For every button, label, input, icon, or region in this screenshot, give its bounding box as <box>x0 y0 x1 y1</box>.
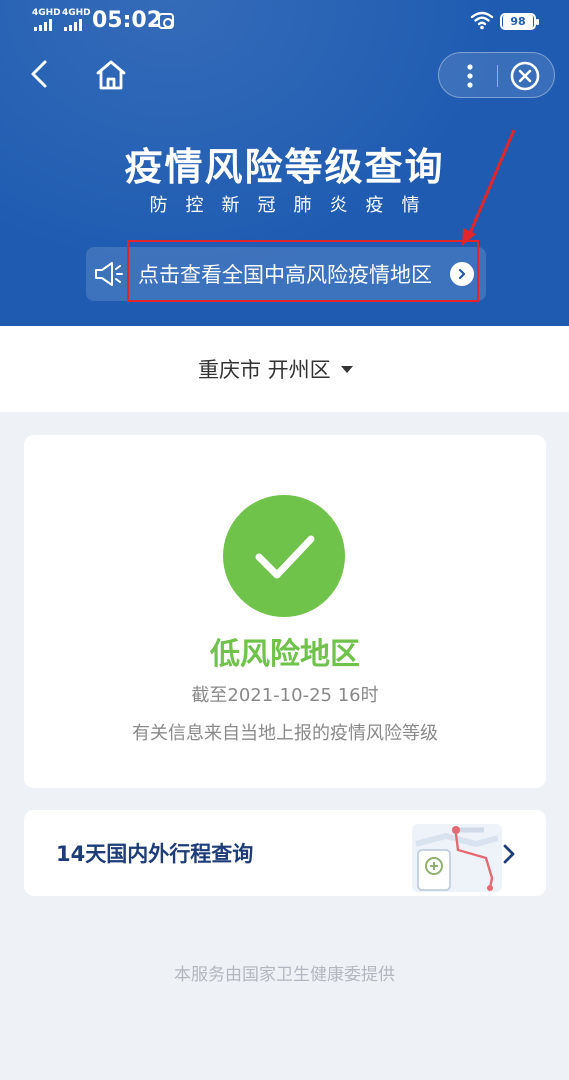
risk-level-label: 低风险地区 <box>210 637 360 672</box>
region-bar: 重庆市 开州区 <box>0 326 569 412</box>
route-map-icon <box>412 824 502 892</box>
caret-down-icon <box>340 365 353 373</box>
footer-provider-note: 本服务由国家卫生健康委提供 <box>174 965 395 985</box>
trip-query-label: 14天国内外行程查询 <box>56 842 254 866</box>
risk-result-card: 低风险地区 截至2021-10-25 16时 有关信息来自当地上报的疫情风险等级 <box>24 435 546 788</box>
region-selected-label: 重庆市 开州区 <box>198 358 331 382</box>
chevron-right-icon <box>503 844 515 864</box>
region-dropdown[interactable]: 重庆市 开州区 <box>198 352 353 386</box>
check-circle-icon <box>223 495 345 617</box>
trip-query-card[interactable]: 14天国内外行程查询 <box>24 810 546 896</box>
source-note: 有关信息来自当地上报的疫情风险等级 <box>132 723 438 744</box>
as-of-time: 截至2021-10-25 16时 <box>191 685 379 706</box>
annotation-arrow-icon <box>462 129 516 246</box>
